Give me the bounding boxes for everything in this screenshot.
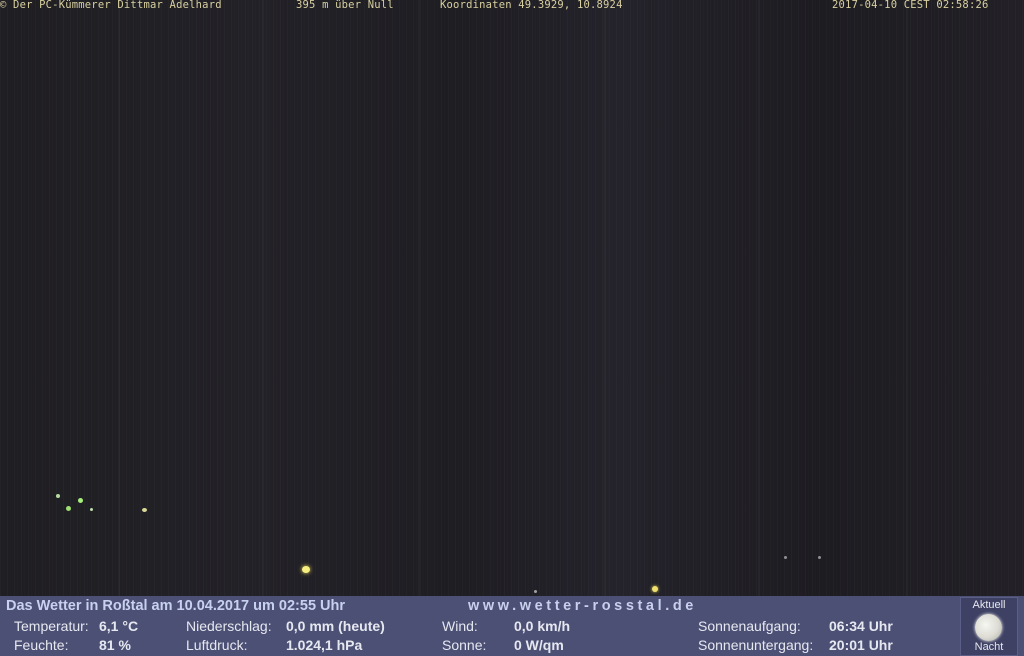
moon-phase-box: Aktuell Nacht (960, 597, 1018, 656)
camera-overlay-bar: © Der PC-Kümmerer Dittmar Adelhard 395 m… (0, 0, 1024, 12)
temperature-label: Temperatur: (14, 618, 89, 634)
sensor-streak (758, 0, 760, 596)
weather-title: Das Wetter in Roßtal am 10.04.2017 um 02… (6, 598, 346, 614)
distant-light (66, 506, 71, 511)
sun-label: Sonne: (442, 637, 487, 653)
sunrise-label: Sonnenaufgang: (698, 618, 801, 634)
street-light (302, 566, 310, 573)
wind-value: 0,0 km/h (514, 618, 571, 634)
sunset-label: Sonnenuntergang: (698, 637, 814, 653)
copyright-text: © Der PC-Kümmerer Dittmar Adelhard (0, 0, 222, 11)
distant-light (784, 556, 787, 559)
sunrise-value: 06:34 Uhr (829, 618, 893, 634)
sensor-streak (604, 0, 606, 596)
sun-value: 0 W/qm (514, 637, 564, 653)
coordinates-text: Koordinaten 49.3929, 10.8924 (440, 0, 623, 11)
sunset-value: 20:01 Uhr (829, 637, 893, 653)
timestamp-text: 2017-04-10 CEST 02:58:26 (832, 0, 989, 11)
sensor-streak (418, 0, 420, 596)
sensor-streak (118, 0, 120, 596)
distant-light (90, 508, 93, 511)
pressure-label: Luftdruck: (186, 637, 248, 653)
precipitation-value: 0,0 mm (heute) (286, 618, 385, 634)
humidity-label: Feuchte: (14, 637, 69, 653)
distant-light (56, 494, 60, 498)
moon-night-label: Nacht (974, 641, 1004, 653)
moon-current-label: Aktuell (972, 599, 1006, 611)
precipitation-label: Niederschlag: (186, 618, 272, 634)
pressure-value: 1.024,1 hPa (286, 637, 363, 653)
weather-info-bar: Das Wetter in Roßtal am 10.04.2017 um 02… (0, 596, 1024, 656)
temperature-value: 6,1 °C (99, 618, 139, 634)
distant-light (818, 556, 821, 559)
full-moon-icon (975, 614, 1002, 641)
webcam-image (0, 0, 1024, 596)
altitude-text: 395 m über Null (296, 0, 394, 11)
wind-label: Wind: (442, 618, 478, 634)
humidity-value: 81 % (99, 637, 131, 653)
distant-light (142, 508, 147, 512)
sensor-streak (262, 0, 264, 596)
distant-light (78, 498, 83, 503)
distant-light (534, 590, 537, 593)
website-url: www.wetter-rosstal.de (468, 598, 697, 614)
sensor-streak (906, 0, 908, 596)
street-light (652, 586, 658, 592)
